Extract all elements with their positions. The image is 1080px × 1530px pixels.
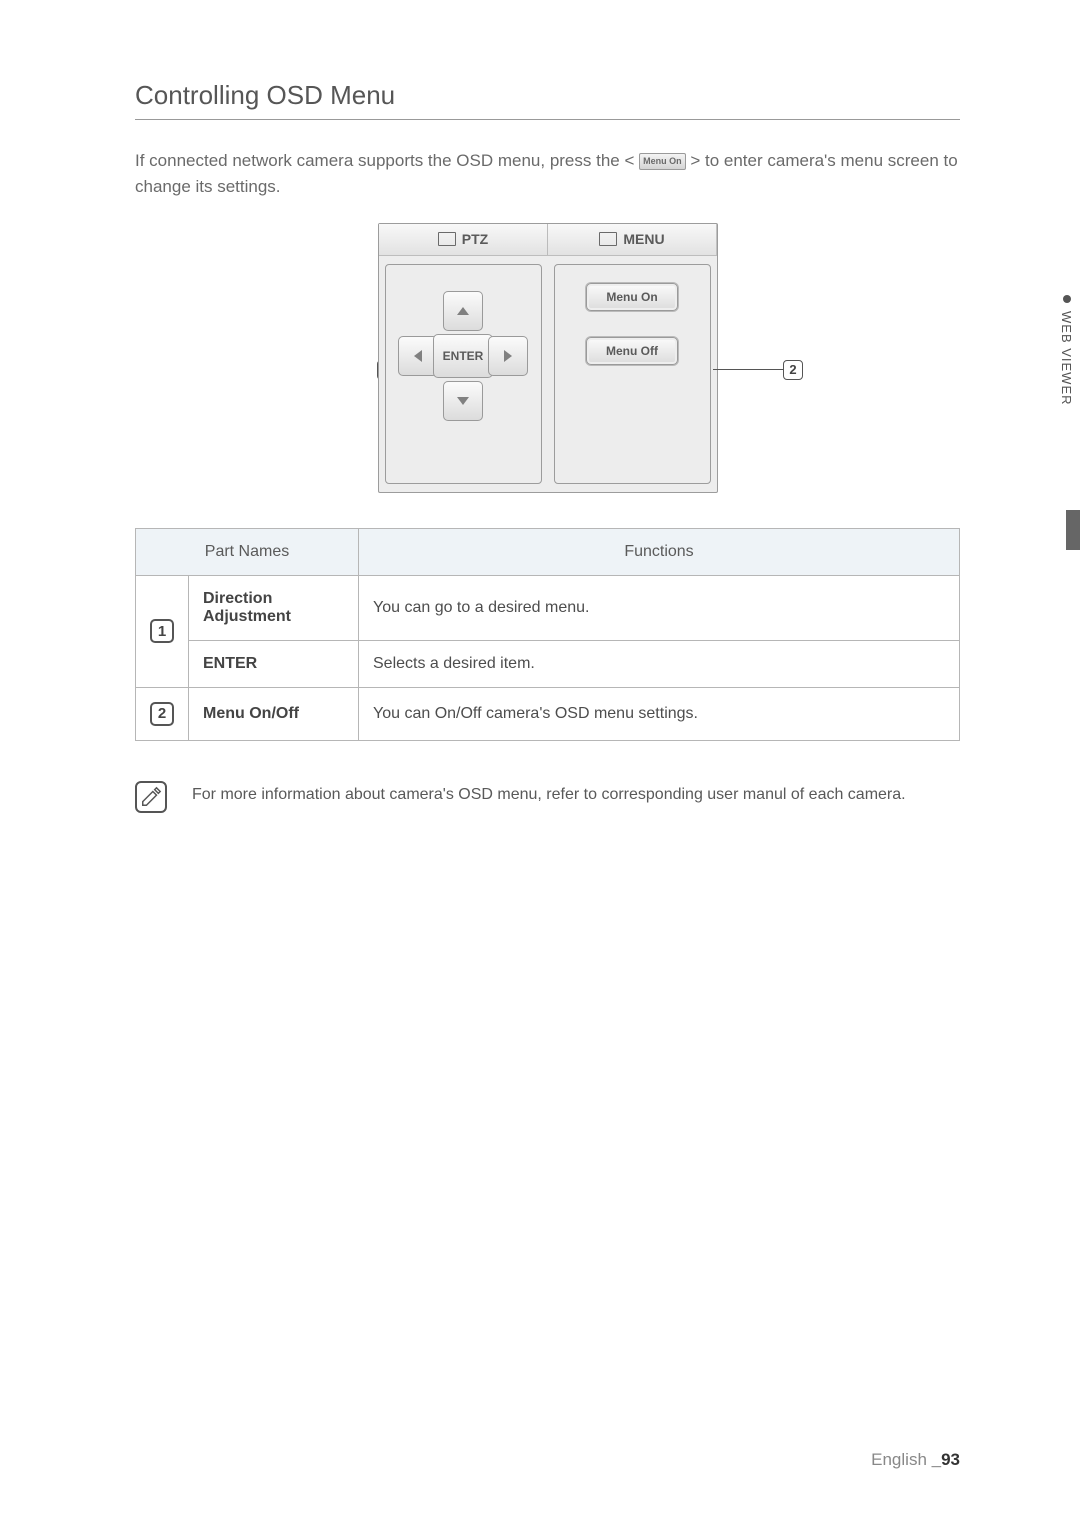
dpad-left-button[interactable] — [398, 336, 438, 376]
arrow-up-icon — [457, 307, 469, 315]
row-1-name: Direction Adjustment — [189, 575, 359, 640]
osd-panel: PTZ MENU ENTER — [378, 223, 718, 493]
menu-toggle-container: Menu On Menu Off — [554, 264, 711, 484]
table-row: 1 Direction Adjustment You can go to a d… — [136, 575, 960, 640]
row-1-fn: You can go to a desired menu. — [359, 575, 960, 640]
callout-2-number: 2 — [783, 360, 803, 380]
inline-menu-on-button: Menu On — [639, 153, 686, 171]
arrow-left-icon — [414, 350, 422, 362]
pencil-icon — [140, 786, 162, 808]
footer-language: English — [871, 1450, 931, 1469]
note-icon — [135, 781, 167, 813]
callout-2-line — [713, 369, 783, 370]
manual-page: Controlling OSD Menu If connected networ… — [0, 0, 1080, 1530]
parts-table: Part Names Functions 1 Direction Adjustm… — [135, 528, 960, 741]
side-label-text: WEB VIEWER — [1059, 311, 1074, 406]
osd-diagram: 1 PTZ MENU ENTER — [135, 223, 960, 493]
row-2-name: ENTER — [189, 640, 359, 687]
note-text: For more information about camera's OSD … — [192, 781, 906, 804]
row-1-num: 1 — [136, 575, 189, 687]
arrow-right-icon — [504, 350, 512, 362]
menu-icon — [599, 232, 617, 246]
num-badge-1: 1 — [150, 619, 174, 643]
dpad-enter-button[interactable]: ENTER — [433, 334, 493, 378]
tab-ptz-label: PTZ — [462, 231, 488, 247]
menu-on-button[interactable]: Menu On — [586, 283, 678, 311]
arrow-down-icon — [457, 397, 469, 405]
direction-pad: ENTER — [398, 291, 528, 421]
th-functions: Functions — [359, 528, 960, 575]
osd-body: ENTER Menu On Menu Off — [379, 256, 717, 492]
osd-tabs: PTZ MENU — [379, 224, 717, 256]
callout-2: 2 — [713, 360, 803, 380]
bullet-icon — [1063, 295, 1071, 303]
tab-ptz[interactable]: PTZ — [379, 224, 548, 255]
th-part-names: Part Names — [136, 528, 359, 575]
row-3-fn: You can On/Off camera's OSD menu setting… — [359, 687, 960, 740]
intro-text-pre: If connected network camera supports the… — [135, 151, 639, 170]
dpad-container: ENTER — [385, 264, 542, 484]
row-3-name: Menu On/Off — [189, 687, 359, 740]
row-3-num: 2 — [136, 687, 189, 740]
num-badge-2: 2 — [150, 702, 174, 726]
table-row: ENTER Selects a desired item. — [136, 640, 960, 687]
tab-menu[interactable]: MENU — [548, 224, 717, 255]
section-title: Controlling OSD Menu — [135, 80, 960, 120]
note-block: For more information about camera's OSD … — [135, 781, 960, 813]
dpad-down-button[interactable] — [443, 381, 483, 421]
table-row: 2 Menu On/Off You can On/Off camera's OS… — [136, 687, 960, 740]
tab-menu-label: MENU — [623, 231, 664, 247]
footer-page-number: _93 — [932, 1450, 960, 1469]
ptz-icon — [438, 232, 456, 246]
dpad-right-button[interactable] — [488, 336, 528, 376]
intro-paragraph: If connected network camera supports the… — [135, 148, 960, 201]
menu-off-button[interactable]: Menu Off — [586, 337, 678, 365]
page-footer: English _93 — [871, 1450, 960, 1470]
side-thumb-tab — [1066, 510, 1080, 550]
row-2-fn: Selects a desired item. — [359, 640, 960, 687]
dpad-up-button[interactable] — [443, 291, 483, 331]
side-section-label: WEB VIEWER — [1059, 295, 1074, 406]
